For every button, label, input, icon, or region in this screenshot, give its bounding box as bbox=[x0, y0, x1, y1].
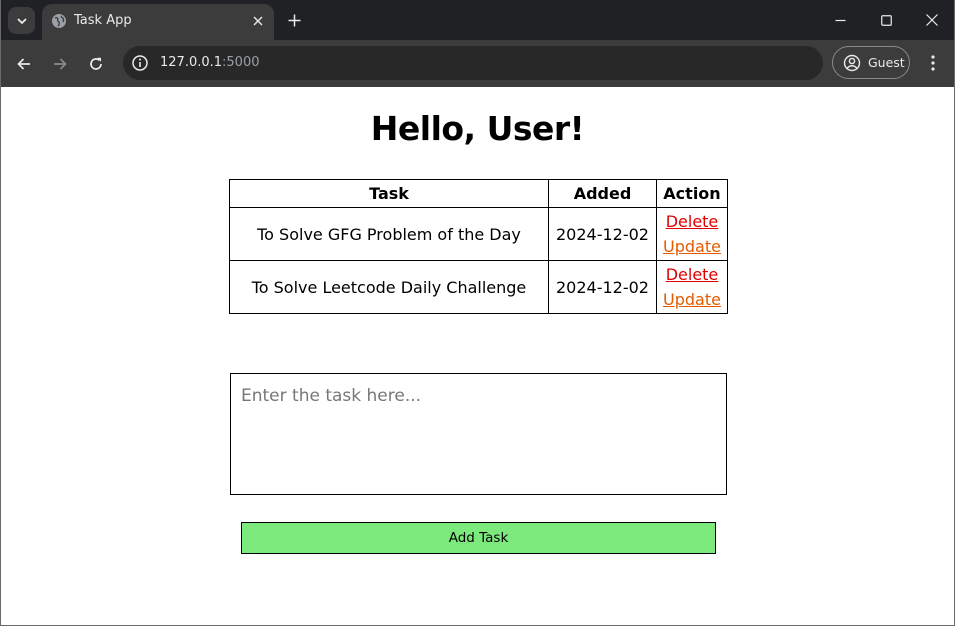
tab-search-button[interactable] bbox=[8, 7, 35, 34]
url-host: 127.0.0.1 bbox=[160, 55, 223, 70]
action-cell: Delete Update bbox=[656, 207, 728, 261]
kebab-menu-icon bbox=[931, 55, 935, 71]
update-link[interactable]: Update bbox=[657, 234, 727, 259]
added-date-cell: 2024-12-02 bbox=[548, 260, 657, 314]
task-table: Task Added Action To Solve GFG Problem o… bbox=[229, 179, 728, 314]
action-cell: Delete Update bbox=[656, 260, 728, 314]
address-url: 127.0.0.1:5000 bbox=[160, 55, 260, 70]
added-date-cell: 2024-12-02 bbox=[548, 207, 657, 261]
task-cell: To Solve Leetcode Daily Challenge bbox=[229, 260, 549, 314]
delete-link[interactable]: Delete bbox=[657, 262, 727, 287]
update-link[interactable]: Update bbox=[657, 287, 727, 312]
tab-strip: Task App bbox=[1, 0, 954, 40]
forward-arrow-icon bbox=[54, 58, 67, 70]
info-icon[interactable] bbox=[131, 54, 149, 72]
table-row: To Solve GFG Problem of the Day 2024-12-… bbox=[229, 207, 728, 261]
tab-search-icon bbox=[16, 17, 27, 24]
url-port: :5000 bbox=[222, 55, 260, 70]
reload-icon bbox=[90, 57, 102, 70]
browser-toolbar: 127.0.0.1:5000 Guest bbox=[1, 40, 954, 87]
forward-button[interactable] bbox=[48, 52, 72, 76]
address-bar[interactable]: 127.0.0.1:5000 bbox=[123, 46, 823, 80]
back-button[interactable] bbox=[12, 52, 36, 76]
table-row: To Solve Leetcode Daily Challenge 2024-1… bbox=[229, 260, 728, 314]
reload-button[interactable] bbox=[84, 52, 108, 76]
browser-tab[interactable]: Task App bbox=[42, 4, 274, 40]
tab-title: Task App bbox=[74, 13, 132, 28]
back-arrow-icon bbox=[17, 58, 30, 70]
profile-icon bbox=[843, 54, 861, 72]
globe-icon bbox=[52, 14, 66, 28]
profile-label: Guest bbox=[868, 55, 905, 70]
plus-icon bbox=[288, 14, 300, 26]
task-input[interactable] bbox=[230, 373, 727, 495]
browser-menu-button[interactable] bbox=[922, 52, 944, 74]
minimize-button[interactable] bbox=[825, 6, 855, 34]
browser-window: Task App 127.0.0.1:5000 Guest Hello, Use… bbox=[0, 0, 955, 626]
maximize-icon bbox=[880, 14, 892, 26]
task-cell: To Solve GFG Problem of the Day bbox=[229, 207, 549, 261]
tab-close-button[interactable] bbox=[249, 12, 267, 30]
table-header-row: Task Added Action bbox=[229, 179, 728, 208]
column-header-task: Task bbox=[229, 179, 549, 208]
minimize-icon bbox=[835, 19, 845, 21]
column-header-action: Action bbox=[656, 179, 728, 208]
add-task-button[interactable]: Add Task bbox=[241, 522, 716, 554]
window-close-icon bbox=[926, 14, 938, 26]
profile-button[interactable]: Guest bbox=[832, 46, 910, 79]
page-title: Hello, User! bbox=[370, 109, 585, 148]
column-header-added: Added bbox=[548, 179, 657, 208]
close-icon bbox=[253, 16, 263, 26]
page-content: Hello, User! Task Added Action To Solve … bbox=[1, 87, 954, 625]
window-close-button[interactable] bbox=[917, 6, 947, 34]
maximize-button[interactable] bbox=[871, 6, 901, 34]
new-tab-button[interactable] bbox=[283, 9, 305, 31]
delete-link[interactable]: Delete bbox=[657, 209, 727, 234]
